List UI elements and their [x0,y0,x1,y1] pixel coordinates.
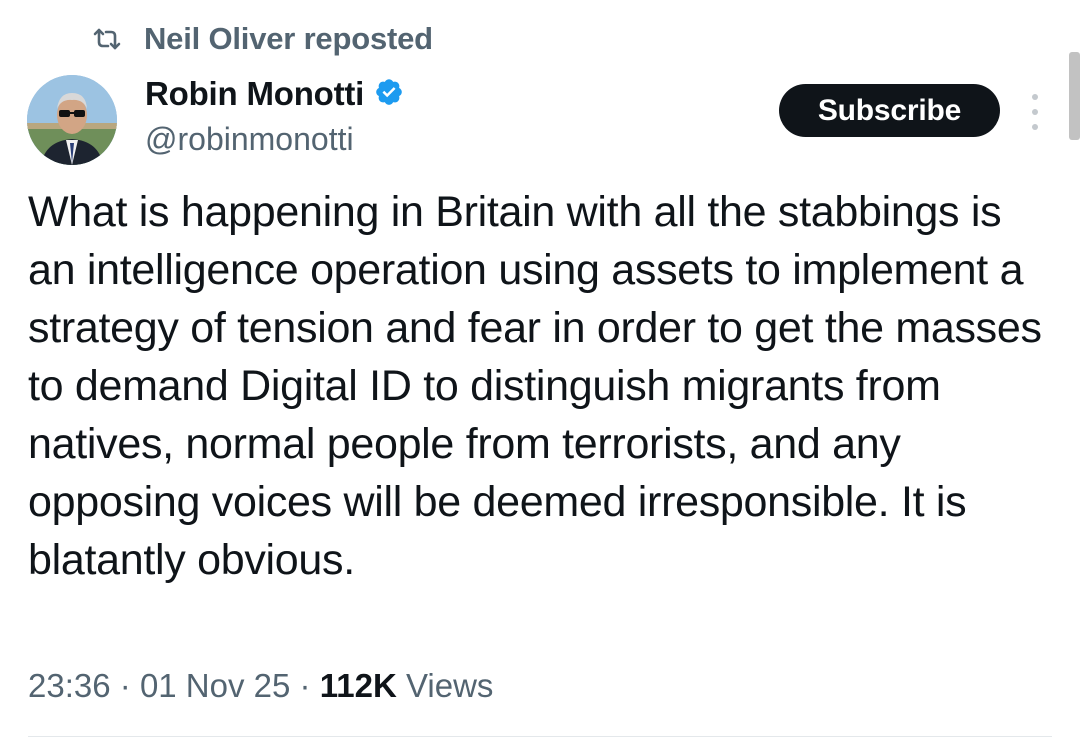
author-handle[interactable]: @robinmonotti [145,117,354,161]
repost-context[interactable]: Neil Oliver reposted [92,18,433,60]
repost-label: Neil Oliver reposted [144,21,433,56]
post-metadata: 23:36 · 01 Nov 25 · 112K Views [28,662,493,710]
repost-icon [92,27,122,51]
post-text: What is happening in Britain with all th… [28,188,1054,584]
scrollbar[interactable] [1069,52,1080,140]
more-options-button[interactable] [1022,94,1048,130]
avatar[interactable] [27,75,117,165]
author-name-row[interactable]: Robin Monotti [145,72,404,116]
meta-separator: · [119,667,131,704]
views-label: Views [405,667,494,704]
views-count[interactable]: 112K [320,667,397,705]
post-time[interactable]: 23:36 [28,667,111,705]
meta-separator: · [299,667,311,704]
verified-badge-icon [374,77,404,112]
more-vertical-icon [1032,94,1038,130]
author-display-name[interactable]: Robin Monotti [145,75,364,113]
subscribe-button[interactable]: Subscribe [779,84,1000,137]
divider [28,736,1052,737]
post-date[interactable]: 01 Nov 25 [140,667,290,705]
